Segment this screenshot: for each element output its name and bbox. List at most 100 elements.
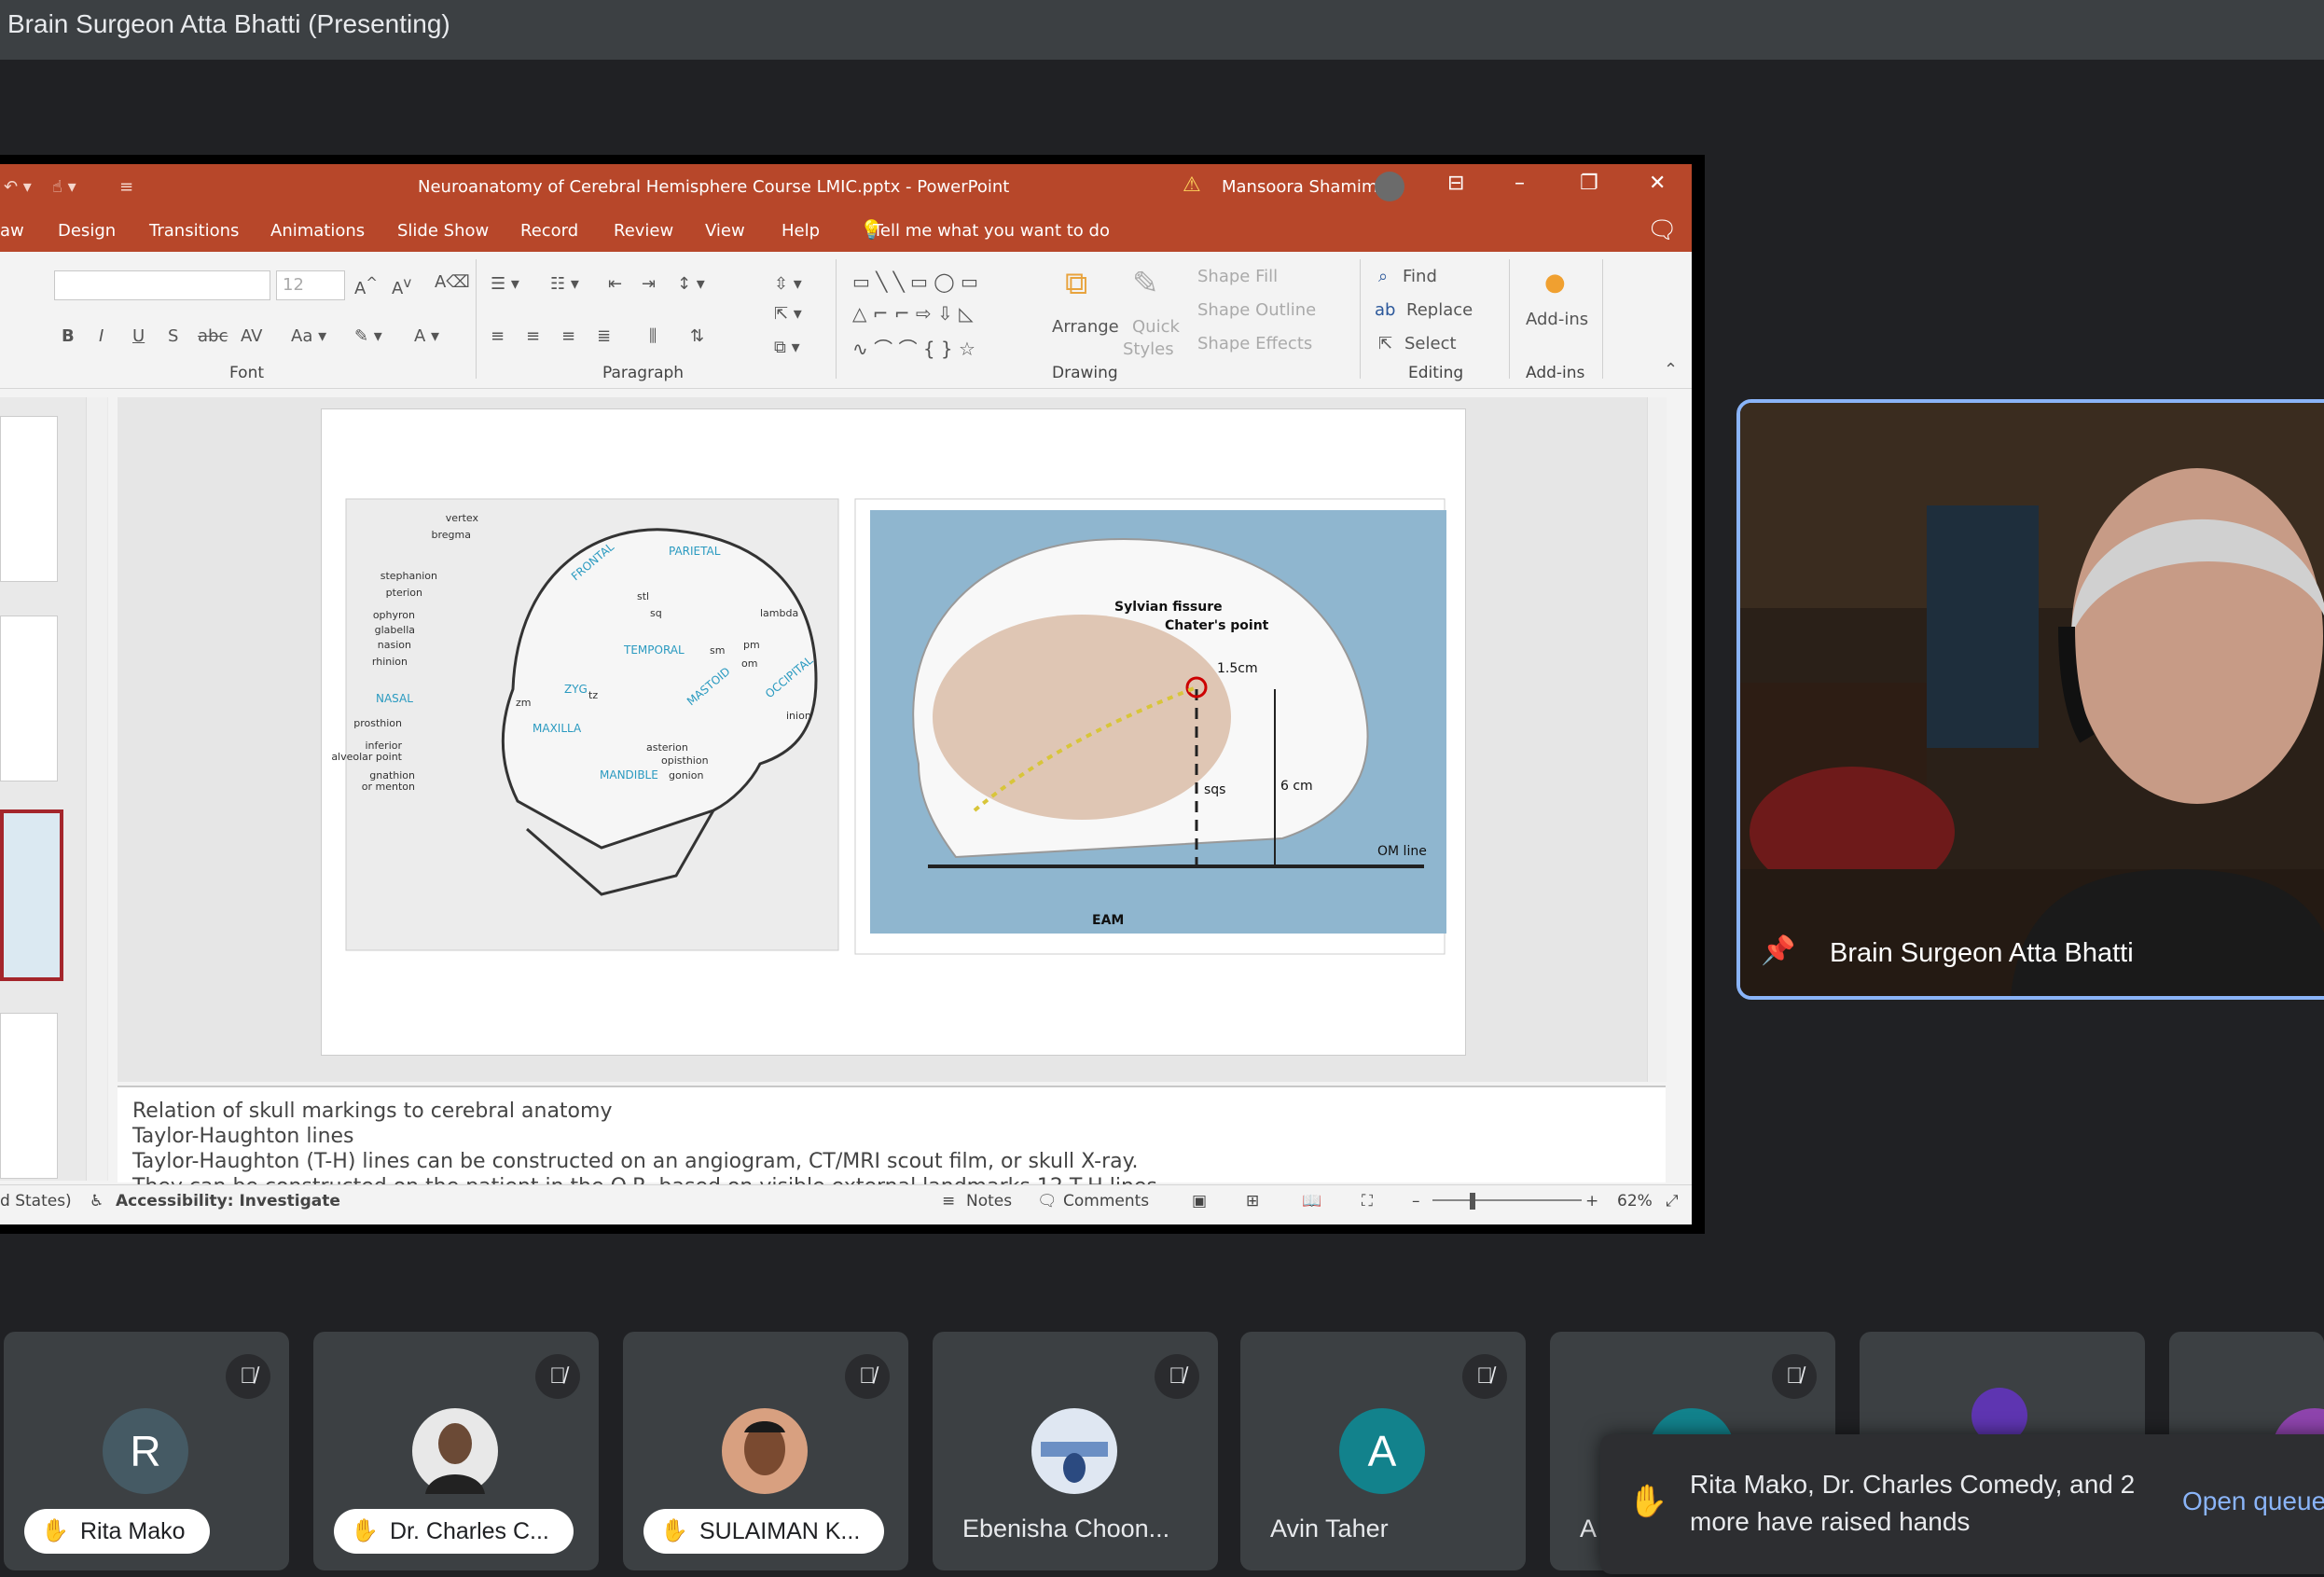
touch-mode-icon[interactable]: ☝ ▾ (52, 177, 76, 197)
slide[interactable]: vertex bregma stephanion pterion ophyron glab… (321, 408, 1466, 1056)
tab-draw[interactable]: aw (0, 221, 24, 241)
slide-scrollbar[interactable] (1647, 397, 1667, 1082)
slideshow-view-icon[interactable]: ⛶ (1362, 1192, 1373, 1210)
tell-me-search[interactable]: Tell me what you want to do (873, 221, 1110, 241)
zoom-in-icon[interactable]: + (1585, 1192, 1598, 1210)
slide-thumbnail[interactable] (0, 416, 58, 582)
addins-group-label: Add-ins (1526, 364, 1585, 382)
italic-icon[interactable]: I (99, 326, 104, 346)
tab-help[interactable]: Help (782, 221, 820, 241)
close-icon[interactable]: ✕ (1649, 172, 1666, 195)
replace-icon[interactable]: ab (1375, 300, 1395, 320)
participant-tile[interactable]: 🎙̸ ✋ Dr. Charles C... (313, 1332, 599, 1570)
text-direction-icon[interactable]: ⇅ (690, 326, 704, 346)
comments-button[interactable]: Comments (1063, 1192, 1149, 1210)
accessibility-status[interactable]: Accessibility: Investigate (116, 1192, 340, 1210)
select-button[interactable]: Select (1404, 334, 1457, 353)
find-icon[interactable]: ⌕ (1378, 267, 1388, 286)
normal-view-icon[interactable]: ▣ (1192, 1192, 1207, 1210)
notes-button[interactable]: Notes (966, 1192, 1012, 1210)
font-name-box[interactable] (54, 270, 270, 300)
shadow-icon[interactable]: S (168, 326, 178, 346)
slide-thumbnail[interactable] (0, 616, 58, 782)
columns-icon[interactable]: ⫼ (649, 326, 657, 346)
zoom-level[interactable]: 62% (1617, 1192, 1653, 1210)
zoom-slider-thumb[interactable] (1470, 1193, 1475, 1210)
bold-icon[interactable]: B (62, 326, 75, 346)
highlight-icon[interactable]: ✎ ▾ (354, 326, 382, 346)
user-name[interactable]: Mansoora Shamim (1222, 177, 1377, 197)
tab-design[interactable]: Design (58, 221, 116, 241)
find-button[interactable]: Find (1403, 267, 1437, 286)
zoom-slider[interactable] (1432, 1199, 1582, 1201)
align-text-icon[interactable]: ⇱ ▾ (774, 304, 802, 324)
justify-icon[interactable]: ≣ (597, 326, 611, 346)
shapes-gallery-row3-icon[interactable]: ∿ ⌒ ⌒ { } ☆ (852, 334, 975, 361)
strikethrough-icon[interactable]: abc (198, 326, 228, 346)
tab-transitions[interactable]: Transitions (149, 221, 239, 241)
select-icon[interactable]: ⇱ (1378, 334, 1392, 353)
tab-review[interactable]: Review (614, 221, 673, 241)
open-queue-button[interactable]: Open queue (2182, 1487, 2324, 1516)
shape-outline-button[interactable]: Shape Outline (1197, 300, 1316, 320)
user-avatar[interactable] (1375, 172, 1404, 201)
shapes-gallery-row2-icon[interactable]: △ ⌐ ⌐ ⇨ ⇩ ◺ (852, 302, 974, 325)
decrease-indent-icon[interactable]: ⇤ (608, 274, 622, 294)
shrink-font-icon[interactable]: Av (392, 274, 411, 298)
clear-format-icon[interactable]: A⌫ (435, 272, 470, 292)
participant-tile[interactable]: 🎙̸ R ✋ Rita Mako (4, 1332, 289, 1570)
minimize-icon[interactable]: – (1515, 172, 1525, 195)
addins-icon[interactable]: ● (1544, 269, 1566, 297)
participant-name: Avin Taher (1270, 1515, 1389, 1542)
quick-styles-icon[interactable]: ✎ (1132, 265, 1159, 302)
addins-button[interactable]: Add-ins (1526, 310, 1588, 329)
replace-button[interactable]: Replace (1406, 300, 1473, 320)
ribbon-display-icon[interactable]: ⊟ (1447, 172, 1464, 195)
tab-view[interactable]: View (705, 221, 745, 241)
slide-sorter-icon[interactable]: ⊞ (1246, 1192, 1259, 1210)
font-size-box[interactable]: 12 (276, 270, 345, 300)
pin-icon[interactable]: 📌 (1761, 934, 1795, 967)
undo-icon[interactable]: ↶ ▾ (4, 177, 32, 197)
collapse-ribbon-icon[interactable]: ⌃ (1664, 360, 1678, 380)
increase-indent-icon[interactable]: ⇥ (642, 274, 656, 294)
font-color-icon[interactable]: A ▾ (414, 326, 439, 346)
bullets-icon[interactable]: ☰ ▾ (491, 274, 519, 294)
tab-record[interactable]: Record (520, 221, 578, 241)
line-spacing-icon[interactable]: ↕ ▾ (677, 274, 705, 294)
slide-thumbnail-selected[interactable] (0, 809, 63, 981)
thumbnail-scrollbar[interactable] (86, 397, 107, 1181)
align-left-icon[interactable]: ≡ (491, 326, 505, 346)
arrange-icon[interactable]: ⧉ (1065, 265, 1087, 302)
align-center-icon[interactable]: ≡ (526, 326, 540, 346)
numbering-icon[interactable]: ☷ ▾ (550, 274, 579, 294)
zoom-out-icon[interactable]: – (1412, 1192, 1420, 1210)
tab-animations[interactable]: Animations (270, 221, 365, 241)
meeting-top-bar: Brain Surgeon Atta Bhatti (Presenting) (0, 0, 2324, 60)
grow-font-icon[interactable]: A^ (354, 274, 378, 298)
char-spacing-icon[interactable]: AV (241, 326, 262, 346)
participant-tile[interactable]: 🎙̸ ✋ SULAIMAN K... (623, 1332, 908, 1570)
restore-icon[interactable]: ❐ (1580, 172, 1598, 195)
smartart-icon[interactable]: ⧉ ▾ (774, 338, 800, 357)
slide-thumbnails[interactable] (0, 397, 108, 1181)
arrange-button[interactable]: Arrange (1052, 317, 1119, 337)
language-status[interactable]: d States) (0, 1192, 72, 1210)
text-direction-2-icon[interactable]: ⇳ ▾ (774, 274, 802, 294)
fit-slide-icon[interactable]: ⤢ (1666, 1192, 1679, 1210)
align-right-icon[interactable]: ≡ (561, 326, 575, 346)
comments-icon[interactable]: 🗨 (1647, 216, 1678, 244)
shape-fill-button[interactable]: Shape Fill (1197, 267, 1278, 286)
tab-slide-show[interactable]: Slide Show (397, 221, 489, 241)
shapes-gallery-icon[interactable]: ▭ ╲ ╲ ▭ ◯ ▭ (852, 270, 978, 293)
slide-thumbnail[interactable] (0, 1013, 58, 1179)
customize-toolbar-icon[interactable]: ≡ (119, 177, 133, 197)
reading-view-icon[interactable]: 📖 (1302, 1192, 1321, 1210)
speaker-notes[interactable]: Relation of skull markings to cerebral a… (118, 1086, 1666, 1198)
underline-icon[interactable]: U (132, 326, 145, 346)
shape-effects-button[interactable]: Shape Effects (1197, 334, 1312, 353)
change-case-icon[interactable]: Aa ▾ (291, 326, 326, 346)
speaker-video-tile[interactable]: 📌 Brain Surgeon Atta Bhatti (1736, 399, 2324, 1000)
participant-tile[interactable]: 🎙̸ Ebenisha Choon... (933, 1332, 1218, 1570)
participant-tile[interactable]: 🎙̸ A Avin Taher (1240, 1332, 1526, 1570)
